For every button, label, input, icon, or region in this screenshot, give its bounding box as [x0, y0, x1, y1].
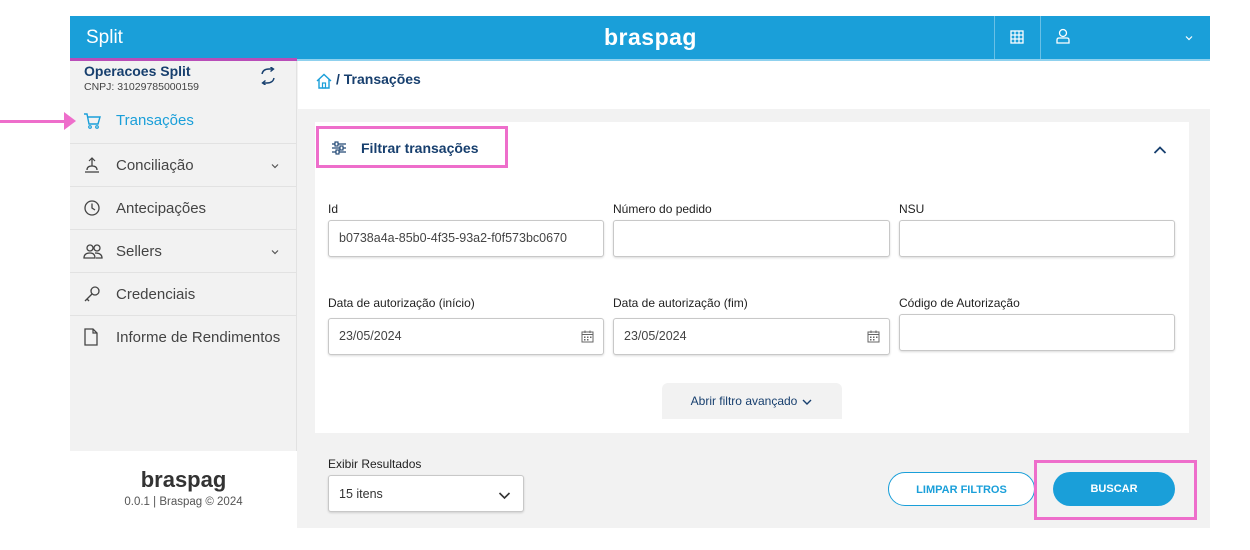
calendar-icon[interactable] [581, 330, 594, 346]
breadcrumb-current: / Transações [336, 71, 421, 87]
sidebar-item-label: Credenciais [116, 286, 196, 303]
sidebar-item-transacoes[interactable]: Transações [70, 101, 297, 144]
id-value: b0738a4a-85b0-4f35-93a2-f0f573bc0670 [339, 231, 567, 245]
sidebar-item-label: Sellers [116, 243, 162, 260]
auth-code-field[interactable] [899, 314, 1175, 351]
chevron-down-icon [270, 158, 280, 176]
cart-icon [83, 113, 101, 134]
auth-end-date-field[interactable]: 23/05/2024 [613, 318, 890, 355]
sidebar-item-antecipacoes[interactable]: Antecipações [70, 187, 297, 230]
chevron-down-icon [802, 399, 812, 405]
chevron-up-icon[interactable] [1153, 142, 1167, 160]
grid-icon[interactable] [1010, 30, 1024, 49]
annotation-highlight-filter [316, 126, 508, 168]
sidebar-item-credenciais[interactable]: Credenciais [70, 273, 297, 316]
organization-selector[interactable]: Operacoes Split CNPJ: 31029785000159 [70, 58, 297, 98]
auth-end-value: 23/05/2024 [624, 329, 687, 343]
annotation-arrow [0, 120, 66, 123]
annotation-highlight-search [1034, 460, 1197, 520]
document-icon [83, 328, 99, 351]
app-name: Split [86, 27, 123, 48]
results-per-page-value: 15 itens [339, 487, 383, 501]
users-icon [83, 242, 103, 265]
auth-start-value: 23/05/2024 [339, 329, 402, 343]
sidebar-item-conciliacao[interactable]: Conciliação [70, 144, 297, 187]
sidebar-item-sellers[interactable]: Sellers [70, 230, 297, 273]
key-icon [83, 285, 101, 308]
sidebar-item-label: Conciliação [116, 157, 194, 174]
annotation-arrow-head [64, 112, 76, 130]
clear-filters-button[interactable]: LIMPAR FILTROS [888, 472, 1035, 506]
sidebar-item-label: Antecipações [116, 200, 207, 217]
sidebar: Operacoes Split CNPJ: 31029785000159 Tra… [70, 58, 297, 528]
id-label: Id [328, 202, 339, 216]
sidebar-item-label: Informe de Rendimentos [116, 329, 281, 346]
brand-logo: braspag [604, 24, 697, 50]
user-icon[interactable] [1056, 28, 1070, 49]
nsu-field[interactable] [899, 220, 1175, 257]
footer-version: 0.0.1 | Braspag © 2024 [124, 496, 243, 508]
top-bar: Split braspag [70, 16, 1210, 59]
clock-icon [83, 199, 101, 222]
calendar-icon[interactable] [867, 330, 880, 346]
chevron-down-icon [498, 489, 511, 503]
footer-brand-logo: braspag [140, 467, 227, 492]
scale-icon [83, 156, 101, 179]
chevron-down-icon [270, 244, 280, 262]
results-per-page-select[interactable]: 15 itens [328, 475, 524, 512]
switch-account-icon[interactable] [258, 66, 278, 90]
order-number-field[interactable] [613, 220, 890, 257]
auth-start-date-field[interactable]: 23/05/2024 [328, 318, 604, 355]
chevron-down-icon[interactable] [1184, 30, 1194, 48]
id-field[interactable]: b0738a4a-85b0-4f35-93a2-f0f573bc0670 [328, 220, 604, 257]
auth-start-label: Data de autorização (início) [328, 296, 475, 310]
results-label: Exibir Resultados [328, 457, 422, 471]
breadcrumb: / Transações [298, 61, 1210, 109]
auth-end-label: Data de autorização (fim) [613, 296, 748, 310]
nsu-label: NSU [899, 202, 925, 216]
sidebar-footer: braspag 0.0.1 | Braspag © 2024 [70, 451, 297, 528]
app-window: Split braspag Operacoes Split CNPJ: 3102… [70, 16, 1210, 528]
auth-code-label: Código de Autorização [899, 296, 1020, 310]
sidebar-item-informe-de-rendimentos[interactable]: Informe de Rendimentos [70, 316, 297, 359]
home-icon[interactable] [316, 73, 332, 94]
advanced-filter-button[interactable]: Abrir filtro avançado [662, 383, 842, 419]
advanced-filter-label: Abrir filtro avançado [690, 394, 798, 408]
sidebar-item-label: Transações [116, 112, 194, 129]
order-number-label: Número do pedido [613, 202, 712, 216]
